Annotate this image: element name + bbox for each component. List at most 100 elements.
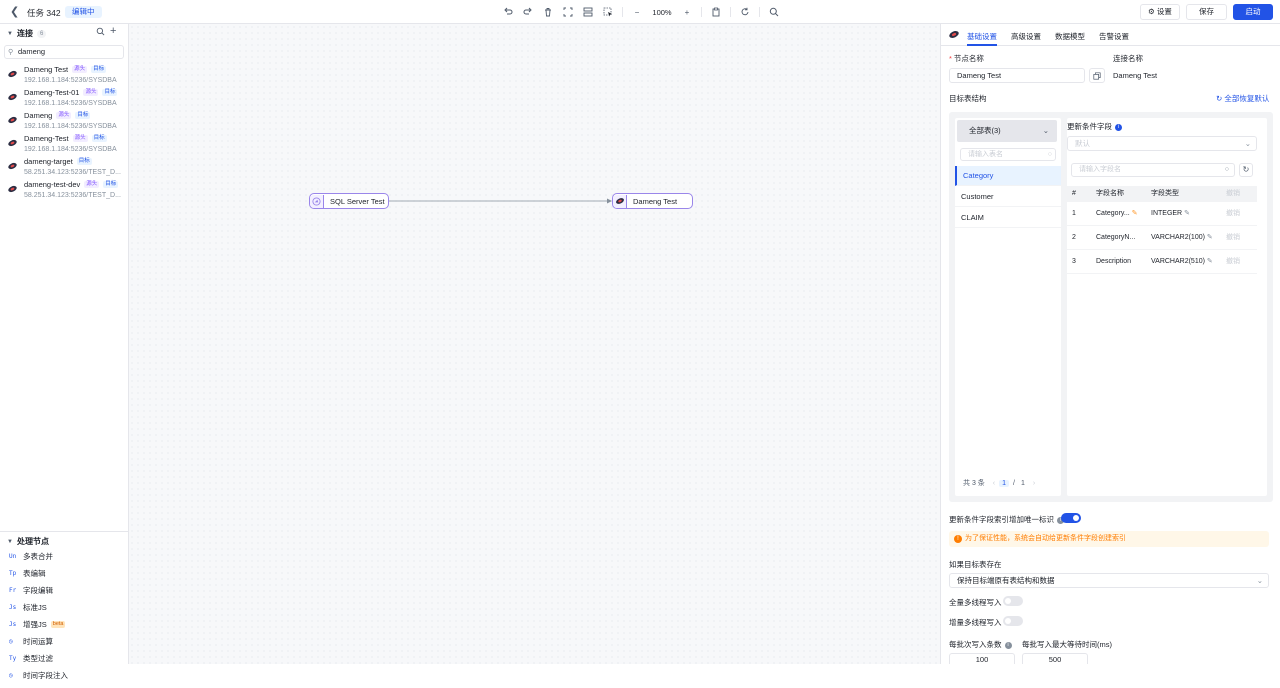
chevron-down-icon: ⌄	[1244, 139, 1251, 148]
target-tag: 目标	[91, 66, 107, 73]
undo-icon[interactable]	[502, 6, 514, 18]
full-multithread-toggle[interactable]	[1003, 596, 1023, 606]
table-list-item[interactable]: Category	[955, 166, 1061, 186]
table-list-item[interactable]: CLAIM	[955, 208, 1061, 228]
total-pages: 1	[1021, 479, 1025, 487]
process-node-item[interactable]: Fr 字段编辑	[9, 585, 53, 596]
process-node-item[interactable]: Js 增强JS beta	[9, 619, 66, 630]
search-icon[interactable]	[768, 6, 780, 18]
connection-item[interactable]: Dameng 源头 目标 192.168.1.184:5236/SYSDBA	[0, 111, 129, 134]
dameng-icon	[8, 116, 17, 124]
undo-action[interactable]: 撤销	[1226, 226, 1240, 250]
tab-advanced-settings[interactable]: 高级设置	[1011, 31, 1041, 42]
redo-icon[interactable]	[522, 6, 534, 18]
fields-table-header: # 字段名称 字段类型 撤销	[1067, 186, 1257, 202]
copy-button[interactable]	[1089, 68, 1105, 83]
connection-search-input[interactable]: ⚲ dameng	[4, 45, 124, 59]
unique-index-toggle[interactable]	[1061, 513, 1081, 523]
process-node-item[interactable]: Ty 类型过滤	[9, 653, 53, 664]
dag-canvas[interactable]: SQL Server Test Dameng Test	[129, 24, 940, 664]
delete-icon[interactable]	[542, 6, 554, 18]
field-type: INTEGER ✎	[1151, 210, 1190, 217]
copy-icon	[1093, 71, 1101, 80]
all-tables-dropdown[interactable]: 全部表(3) ⌄	[957, 120, 1057, 142]
node-name-input[interactable]: Dameng Test	[949, 68, 1085, 83]
left-sidebar: ▼ 连接 6 + ⚲ dameng Dameng Test 源头 目标 192.168.1…	[0, 24, 129, 680]
update-field-select[interactable]: 默认 ⌄	[1067, 136, 1257, 151]
tab-data-model[interactable]: 数据模型	[1055, 31, 1085, 42]
table-search-input[interactable]: 请输入表名 ○	[960, 148, 1056, 161]
refresh-fields-button[interactable]: ↻	[1239, 163, 1253, 177]
tab-alert-settings[interactable]: 告警设置	[1099, 31, 1129, 42]
process-node-label: 增强JS	[23, 620, 47, 629]
add-connection-icon[interactable]: +	[110, 25, 116, 37]
refresh-icon[interactable]	[739, 6, 751, 18]
warning-text: 为了保证性能，系统会自动给更新条件字段创建索引	[965, 535, 1126, 542]
node-type-icon: Fr	[9, 587, 17, 594]
active-tab-underline	[967, 44, 997, 46]
unique-index-label: 更新条件字段索引增加唯一标识i	[949, 514, 1064, 525]
config-tabs: 基础设置 高级设置 数据模型 告警设置	[941, 24, 1280, 46]
process-node-item[interactable]: Un 多表合并	[9, 551, 53, 562]
process-node-item[interactable]: ◷ 时间运算	[9, 636, 53, 647]
incr-multithread-toggle[interactable]	[1003, 616, 1023, 626]
save-button[interactable]: 保存	[1186, 4, 1227, 20]
connection-item[interactable]: Dameng-Test 源头 目标 192.168.1.184:5236/SYSDB…	[0, 134, 129, 157]
connection-search-value: dameng	[18, 47, 46, 56]
start-button[interactable]: 启动	[1233, 4, 1273, 20]
process-nodes-header[interactable]: ▼ 处理节点	[7, 536, 49, 547]
layout-icon[interactable]	[582, 6, 594, 18]
edit-icon[interactable]: ✎	[1207, 234, 1213, 241]
next-page-icon[interactable]: ›	[1033, 480, 1035, 487]
target-node[interactable]: Dameng Test	[612, 193, 693, 209]
table-list-item[interactable]: Customer	[955, 187, 1061, 207]
toolbar-divider	[701, 7, 702, 17]
tab-basic-settings[interactable]: 基础设置	[967, 31, 997, 42]
field-search-input[interactable]: 请输入字段名 ○	[1071, 163, 1235, 177]
if-exists-select[interactable]: 保持目标端原有表结构和数据 ⌄	[949, 573, 1269, 588]
back-arrow-icon[interactable]: ❮	[10, 6, 20, 18]
source-node[interactable]: SQL Server Test	[309, 193, 389, 209]
fit-view-icon[interactable]	[562, 6, 574, 18]
select-cursor-icon[interactable]	[602, 6, 614, 18]
edit-icon[interactable]: ✎	[1184, 210, 1190, 217]
zoom-out-icon[interactable]: −	[631, 6, 643, 18]
connection-name-label: 连接名称	[1113, 54, 1143, 63]
connection-name: Dameng	[24, 111, 53, 120]
settings-button[interactable]: ⚙ 设置	[1140, 4, 1180, 20]
clipboard-icon[interactable]	[710, 6, 722, 18]
clock-icon: ◷	[9, 638, 13, 645]
task-title: 任务 342	[27, 8, 61, 18]
connection-item[interactable]: dameng-test-dev 源头 目标 58.251.34.123:5236/T…	[0, 180, 129, 203]
dameng-icon	[8, 70, 17, 78]
field-type: VARCHAR2(100) ✎	[1151, 234, 1213, 241]
process-node-label: 类型过滤	[23, 654, 53, 663]
process-node-item[interactable]: Js 标准JS	[9, 602, 47, 613]
field-row: 2 CategoryN... VARCHAR2(100) ✎ 撤销	[1067, 226, 1257, 250]
connections-header[interactable]: ▼ 连接 6	[7, 28, 47, 39]
connection-item[interactable]: Dameng-Test-01 源头 目标 192.168.1.184:5236/SY…	[0, 88, 129, 111]
reset-all-button[interactable]: ↻ 全部恢复默认	[1216, 93, 1269, 104]
undo-action[interactable]: 撤销	[1226, 202, 1240, 226]
batch-wait-input[interactable]: 500	[1022, 653, 1088, 664]
info-icon: i	[1004, 641, 1012, 649]
connection-item[interactable]: Dameng Test 源头 目标 192.168.1.184:5236/SYSDB…	[0, 65, 129, 88]
index-warning-banner: ! 为了保证性能，系统会自动给更新条件字段创建索引	[949, 531, 1269, 547]
connection-item[interactable]: dameng-target 目标 58.251.34.123:5236/TEST_…	[0, 157, 129, 180]
zoom-in-icon[interactable]: +	[681, 6, 693, 18]
current-page[interactable]: 1	[999, 479, 1010, 487]
batch-size-input[interactable]: 100	[949, 653, 1015, 664]
type-icon: Ty	[9, 655, 17, 662]
settings-label: 设置	[1156, 7, 1172, 16]
process-node-item[interactable]: Tp 表编辑	[9, 568, 46, 579]
undo-action[interactable]: 撤销	[1226, 250, 1240, 274]
process-node-item[interactable]: ◷ 时间字段注入	[9, 670, 68, 681]
connection-address: 58.251.34.123:5236/TEST_D...	[24, 192, 121, 199]
canvas-tools: − 100% +	[502, 5, 788, 19]
edit-icon[interactable]: ✎	[1207, 258, 1213, 265]
field-panel: 更新条件字段 i 默认 ⌄ 请输入字段名 ○ ↻ # 字段名称 字段类型 撤销 1 C…	[1067, 118, 1267, 496]
connection-name: dameng-target	[24, 157, 73, 166]
prev-page-icon[interactable]: ‹	[993, 480, 995, 487]
search-icon[interactable]	[96, 27, 105, 38]
field-type: VARCHAR2(510) ✎	[1151, 258, 1213, 265]
